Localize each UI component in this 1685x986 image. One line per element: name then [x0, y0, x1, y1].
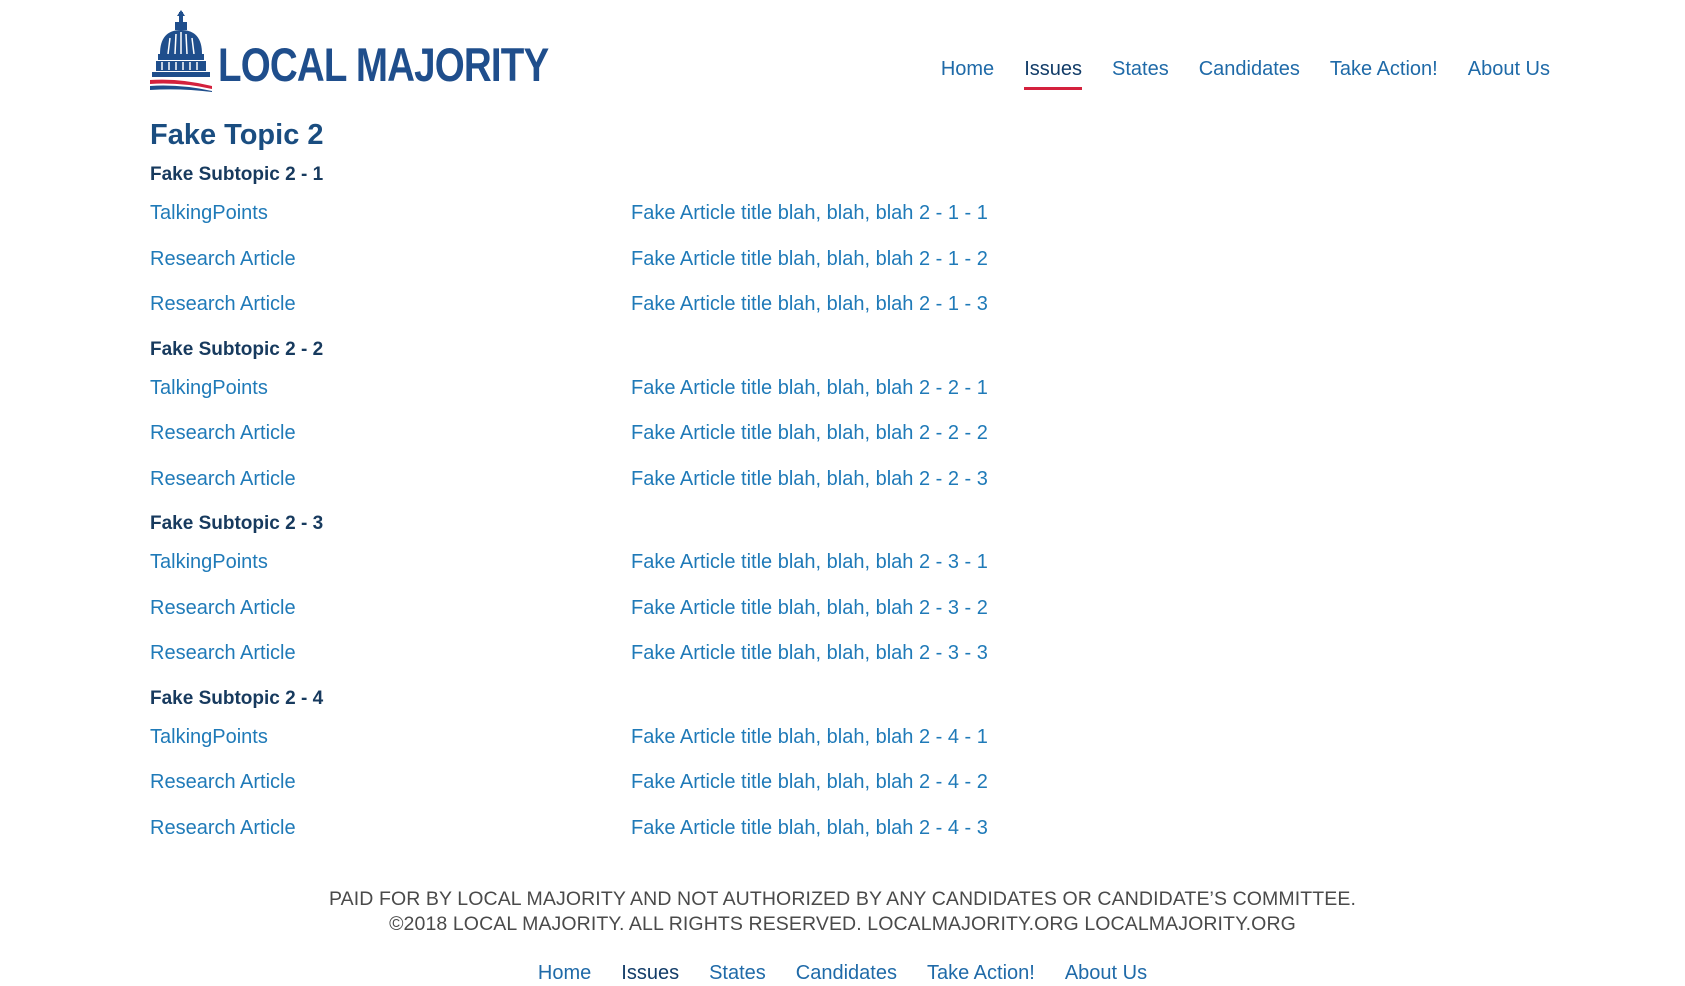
article-type-link[interactable]: Research Article — [150, 817, 631, 840]
logo[interactable]: LOCAL MAJORITY — [150, 8, 621, 92]
nav-issues[interactable]: Issues — [1024, 56, 1082, 90]
nav-candidates[interactable]: Candidates — [1199, 56, 1300, 86]
article-row: Research Article Fake Article title blah… — [150, 411, 1450, 457]
footer-nav-home[interactable]: Home — [538, 960, 591, 986]
header: LOCAL MAJORITY Home Issues States Candid… — [150, 8, 1550, 98]
article-title-link[interactable]: Fake Article title blah, blah, blah 2 - … — [631, 422, 988, 445]
footer-copyright: ©2018 LOCAL MAJORITY. ALL RIGHTS RESERVE… — [389, 913, 1296, 935]
footer: PAID FOR BY LOCAL MAJORITY AND NOT AUTHO… — [0, 887, 1685, 937]
article-row: Research Article Fake Article title blah… — [150, 282, 1450, 328]
article-type-link[interactable]: TalkingPoints — [150, 377, 631, 400]
main-content: Fake Topic 2 Fake Subtopic 2 - 1 Talking… — [150, 115, 1450, 861]
footer-nav-about-us[interactable]: About Us — [1065, 960, 1147, 986]
article-title-link[interactable]: Fake Article title blah, blah, blah 2 - … — [631, 642, 988, 665]
footer-nav: Home Issues States Candidates Take Actio… — [0, 960, 1685, 986]
subtopic-section: Fake Subtopic 2 - 3 TalkingPoints Fake A… — [150, 512, 1450, 677]
logo-text: LOCAL MAJORITY — [218, 38, 549, 91]
article-row: TalkingPoints Fake Article title blah, b… — [150, 366, 1450, 412]
nav-take-action[interactable]: Take Action! — [1330, 56, 1438, 86]
article-type-link[interactable]: Research Article — [150, 293, 631, 316]
article-row: Research Article Fake Article title blah… — [150, 237, 1450, 283]
article-title-link[interactable]: Fake Article title blah, blah, blah 2 - … — [631, 468, 988, 491]
footer-nav-take-action[interactable]: Take Action! — [927, 960, 1035, 986]
article-title-link[interactable]: Fake Article title blah, blah, blah 2 - … — [631, 377, 988, 400]
article-row: Research Article Fake Article title blah… — [150, 631, 1450, 677]
nav-about-us[interactable]: About Us — [1468, 56, 1550, 86]
page-title: Fake Topic 2 — [150, 119, 324, 151]
article-type-link[interactable]: Research Article — [150, 422, 631, 445]
subtopic-title: Fake Subtopic 2 - 1 — [150, 164, 324, 185]
subtopic-title: Fake Subtopic 2 - 2 — [150, 338, 324, 360]
article-row: Research Article Fake Article title blah… — [150, 806, 1450, 852]
article-row: Research Article Fake Article title blah… — [150, 457, 1450, 503]
article-type-link[interactable]: TalkingPoints — [150, 726, 631, 749]
article-type-link[interactable]: Research Article — [150, 597, 631, 620]
article-type-link[interactable]: Research Article — [150, 642, 631, 665]
nav-home[interactable]: Home — [941, 56, 994, 86]
article-type-link[interactable]: TalkingPoints — [150, 551, 631, 574]
article-title-link[interactable]: Fake Article title blah, blah, blah 2 - … — [631, 597, 988, 620]
article-type-link[interactable]: Research Article — [150, 771, 631, 794]
footer-disclaimer: PAID FOR BY LOCAL MAJORITY AND NOT AUTHO… — [328, 888, 1357, 910]
article-type-link[interactable]: Research Article — [150, 248, 631, 271]
article-title-link[interactable]: Fake Article title blah, blah, blah 2 - … — [631, 293, 988, 316]
article-title-link[interactable]: Fake Article title blah, blah, blah 2 - … — [631, 551, 988, 574]
article-title-link[interactable]: Fake Article title blah, blah, blah 2 - … — [631, 248, 988, 271]
article-row: Research Article Fake Article title blah… — [150, 586, 1450, 632]
footer-nav-candidates[interactable]: Candidates — [796, 960, 897, 986]
article-type-link[interactable]: Research Article — [150, 468, 631, 491]
article-row: TalkingPoints Fake Article title blah, b… — [150, 715, 1450, 761]
top-nav: Home Issues States Candidates Take Actio… — [911, 56, 1550, 90]
article-type-link[interactable]: TalkingPoints — [150, 202, 631, 225]
subtopic-section: Fake Subtopic 2 - 2 TalkingPoints Fake A… — [150, 338, 1450, 503]
article-row: TalkingPoints Fake Article title blah, b… — [150, 191, 1450, 237]
subtopic-title: Fake Subtopic 2 - 4 — [150, 687, 324, 709]
nav-states[interactable]: States — [1112, 56, 1169, 86]
article-row: TalkingPoints Fake Article title blah, b… — [150, 540, 1450, 586]
subtopic-title: Fake Subtopic 2 - 3 — [150, 513, 324, 534]
article-title-link[interactable]: Fake Article title blah, blah, blah 2 - … — [631, 202, 988, 225]
article-title-link[interactable]: Fake Article title blah, blah, blah 2 - … — [631, 771, 988, 794]
article-title-link[interactable]: Fake Article title blah, blah, blah 2 - … — [631, 817, 988, 840]
article-row: Research Article Fake Article title blah… — [150, 760, 1450, 806]
subtopic-section: Fake Subtopic 2 - 1 TalkingPoints Fake A… — [150, 163, 1450, 328]
capitol-dome-icon — [150, 10, 212, 92]
subtopic-section: Fake Subtopic 2 - 4 TalkingPoints Fake A… — [150, 687, 1450, 852]
page: LOCAL MAJORITY Home Issues States Candid… — [0, 0, 1685, 986]
footer-nav-states[interactable]: States — [709, 960, 766, 986]
article-title-link[interactable]: Fake Article title blah, blah, blah 2 - … — [631, 726, 988, 749]
footer-nav-issues[interactable]: Issues — [621, 960, 679, 986]
